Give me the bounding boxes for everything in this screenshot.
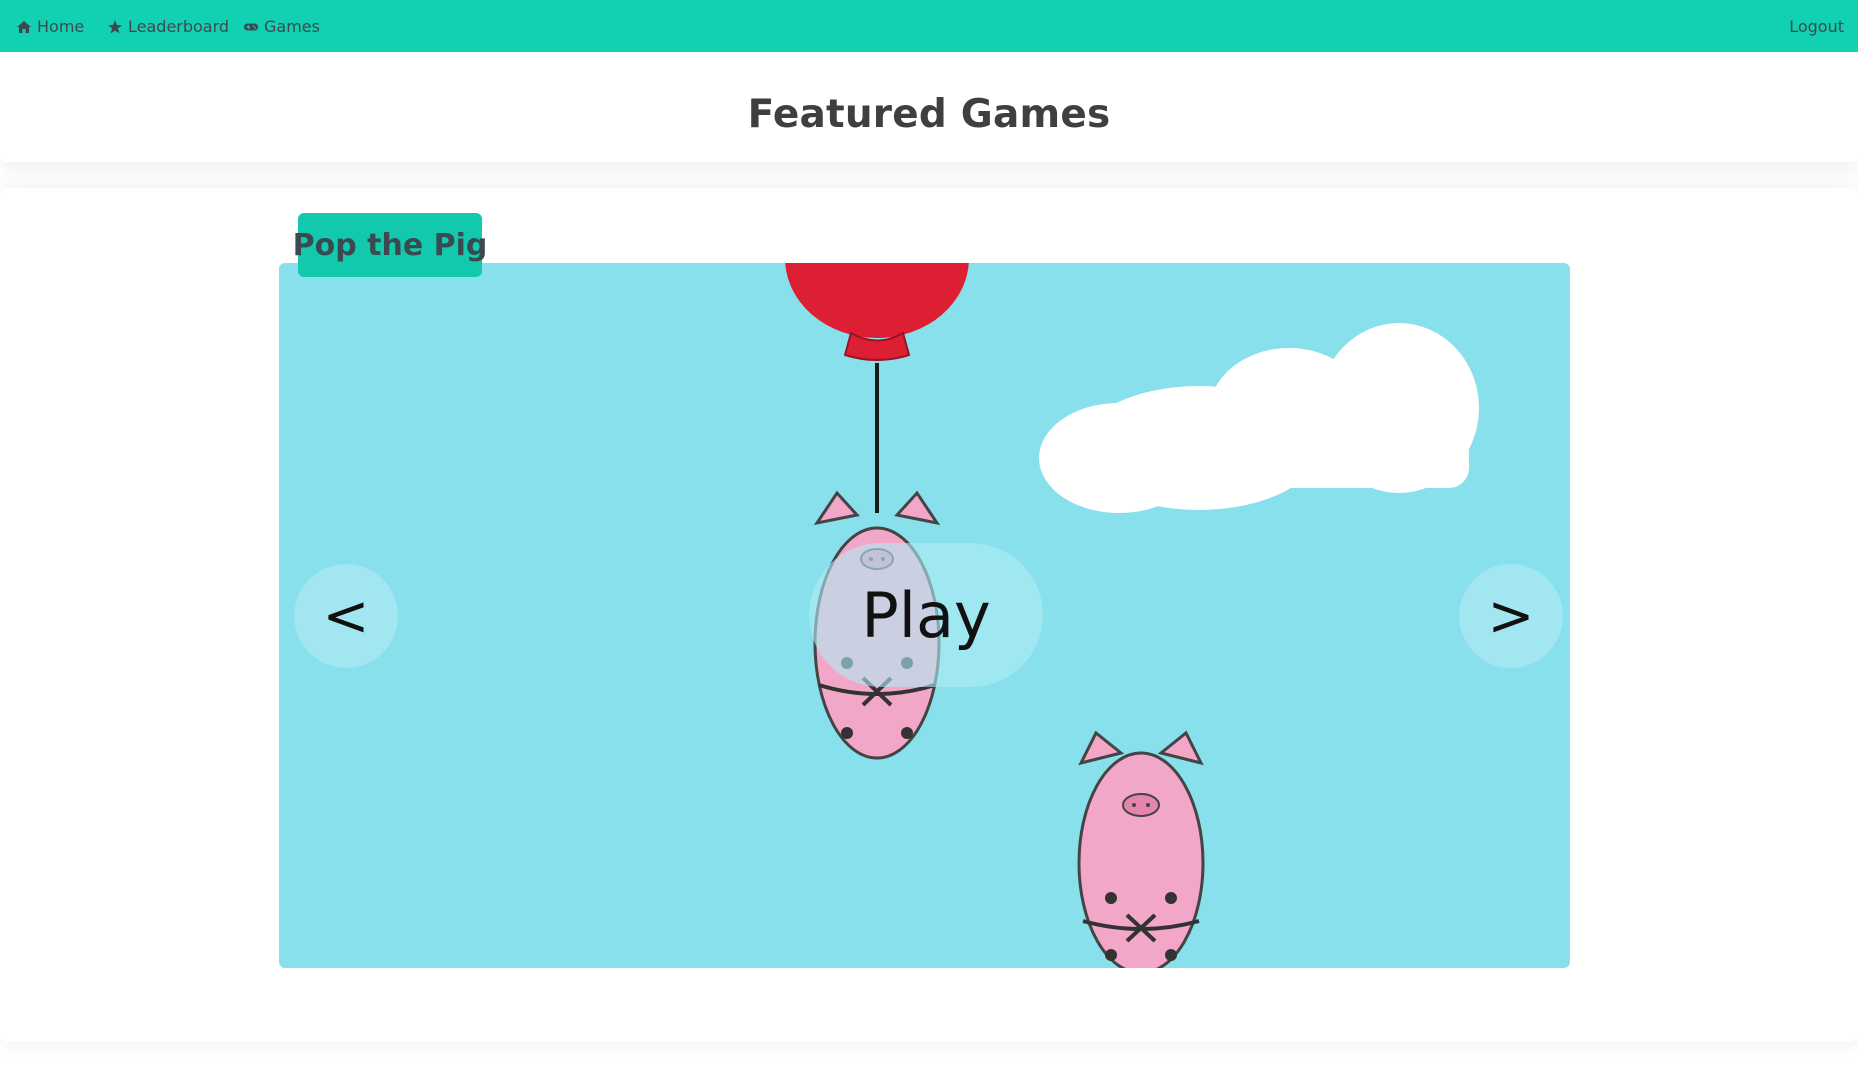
header-card: Featured Games [0,52,1858,162]
page-title: Featured Games [747,92,1111,137]
nav-home-link[interactable]: Home [16,17,84,36]
nav-home-label: Home [37,17,85,36]
cloud-shape [1039,323,1479,513]
logout-link[interactable]: Logout [1789,17,1844,36]
game-title-badge: Pop the Pig [293,213,487,277]
top-navbar: Home Leaderboard Games Logout [0,0,1858,52]
carousel-next-button[interactable]: > [1459,564,1563,668]
nav-leaderboard-link[interactable]: Leaderboard [107,17,229,36]
game-preview: < Play > [279,263,1570,968]
game-title: Pop the Pig [292,227,488,263]
carousel-prev-button[interactable]: < [294,564,398,668]
play-button[interactable]: Play [809,543,1043,687]
logout-label: Logout [1789,17,1844,36]
nav-games-label: Games [264,17,320,36]
star-icon [108,19,122,33]
pig-standing [1077,730,1205,968]
home-icon [17,20,31,33]
nav-leaderboard-label: Leaderboard [128,17,230,36]
balloon-shape [785,263,969,513]
gamepad-icon [243,22,259,31]
nav-games-link[interactable]: Games [243,17,320,36]
